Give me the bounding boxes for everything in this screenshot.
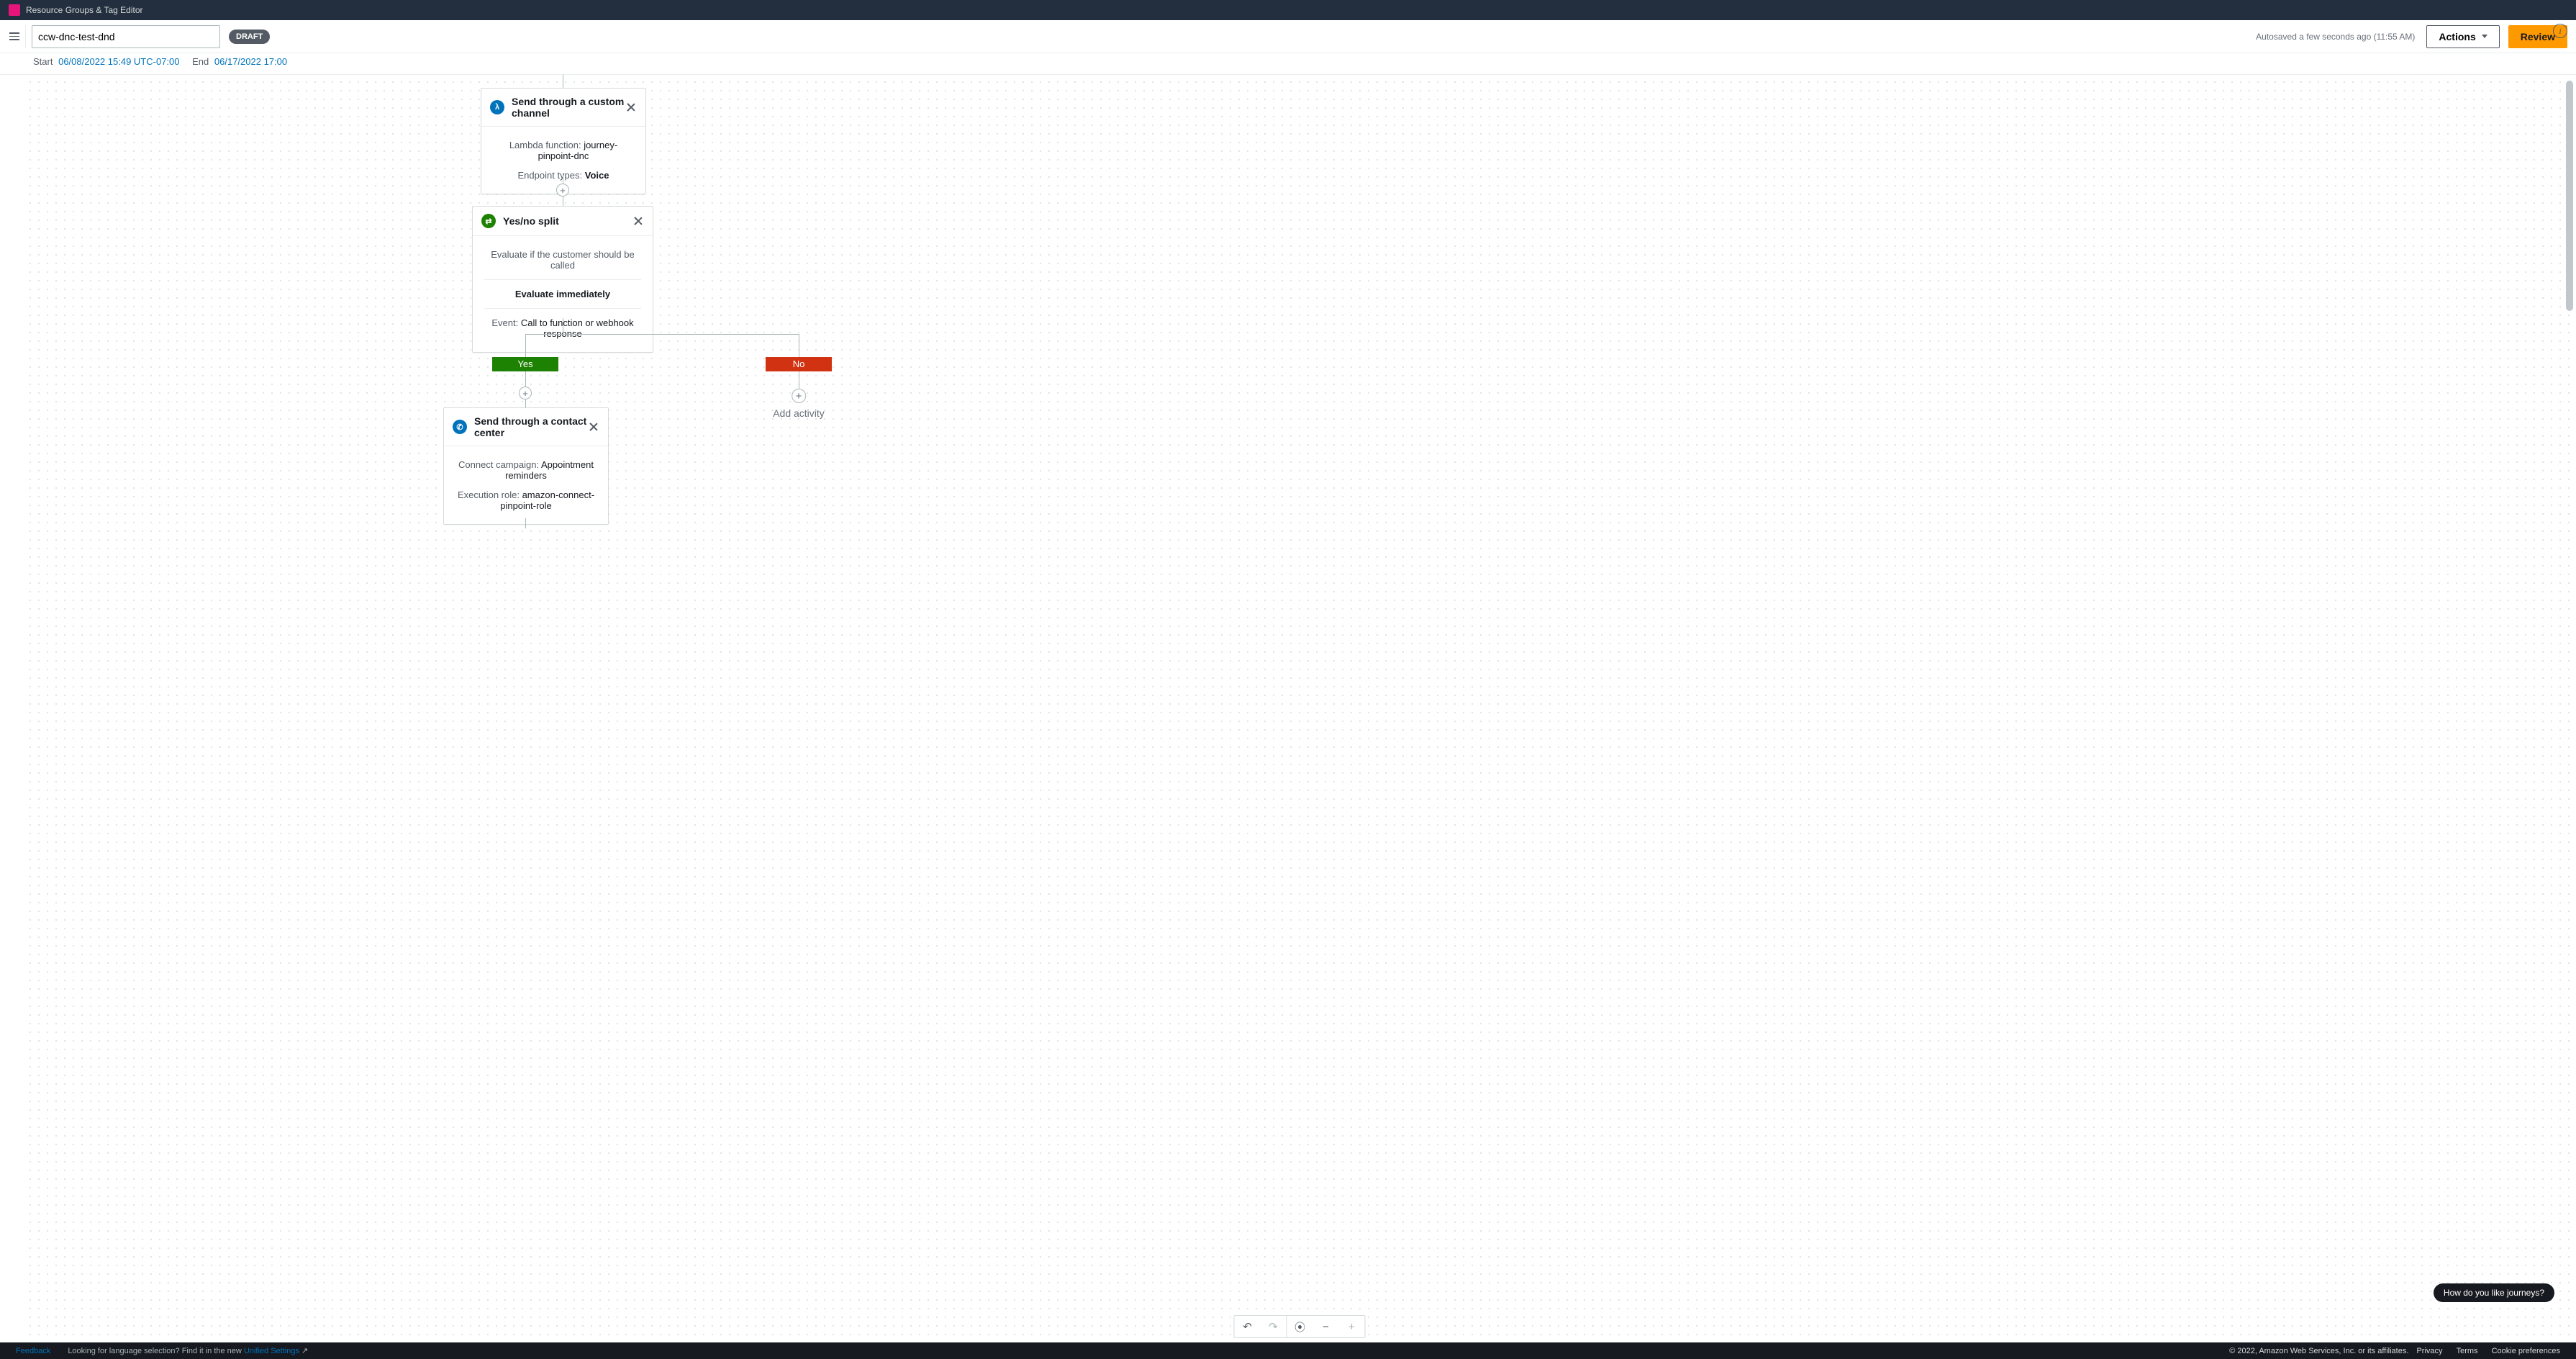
language-message: Looking for language selection? Find it … [68,1346,308,1355]
external-link-icon: ↗ [301,1347,308,1355]
branch-yes: Yes [492,357,558,371]
page-footer: Feedback Looking for language selection?… [0,1342,2576,1359]
phone-icon: ✆ [453,420,467,434]
redo-button: ↷ [1261,1316,1287,1337]
footer-terms[interactable]: Terms [2457,1347,2478,1355]
locate-button[interactable]: ⦿ [1287,1316,1313,1337]
actions-button[interactable]: Actions [2426,25,2499,48]
footer-feedback[interactable]: Feedback [16,1347,50,1355]
connector [525,334,799,335]
autosave-text: Autosaved a few seconds ago (11:55 AM) [2256,32,2415,42]
split-icon: ⇄ [481,214,496,228]
close-icon[interactable] [588,421,599,433]
footer-cookies[interactable]: Cookie preferences [2492,1347,2560,1355]
zoom-in-button: + [1339,1316,1365,1337]
add-activity[interactable]: + Add activity [773,389,825,419]
branch-no: No [766,357,832,371]
zoom-out-button[interactable]: − [1313,1316,1339,1337]
end-label: End [192,56,209,67]
close-icon[interactable] [632,215,644,227]
lambda-icon: λ [490,100,504,114]
caret-down-icon [2482,35,2487,38]
journey-dates: Start 06/08/2022 15:49 UTC-07:00 End 06/… [0,53,2576,75]
start-label: Start [33,56,53,67]
add-step-button[interactable]: + [519,387,532,399]
unified-settings-link[interactable]: Unified Settings [244,1347,299,1355]
journey-canvas[interactable]: λ Send through a custom channel Lambda f… [23,75,2576,1342]
canvas-toolbar: ↶ ↷ ⦿ − + [1234,1315,1366,1338]
end-date[interactable]: 06/17/2022 17:00 [214,56,287,67]
start-date[interactable]: 06/08/2022 15:49 UTC-07:00 [58,56,179,67]
node-contact-center[interactable]: ✆ Send through a contact center Connect … [443,407,609,525]
node-title: Send through a contact center [474,415,588,438]
connector [525,518,526,528]
service-icon [9,4,20,16]
info-icon[interactable]: i [2553,24,2567,38]
status-badge: DRAFT [229,30,270,44]
add-step-button[interactable]: + [556,184,569,197]
service-bar: Resource Groups & Tag Editor [0,0,2576,20]
hamburger-menu-button[interactable] [3,25,26,48]
node-custom-channel[interactable]: λ Send through a custom channel Lambda f… [481,88,646,194]
node-title: Yes/no split [503,215,632,227]
plus-icon: + [792,389,806,403]
feedback-pill[interactable]: How do you like journeys? [2434,1283,2554,1302]
journey-title-input[interactable] [32,25,220,48]
dot-grid [23,75,2576,1342]
footer-privacy[interactable]: Privacy [2416,1347,2442,1355]
node-title: Send through a custom channel [512,96,625,119]
journey-header: DRAFT Autosaved a few seconds ago (11:55… [0,20,2576,53]
undo-button[interactable]: ↶ [1235,1316,1261,1337]
close-icon[interactable] [625,101,637,113]
vertical-scrollbar[interactable] [2566,81,2573,1302]
service-label[interactable]: Resource Groups & Tag Editor [26,5,143,15]
footer-right: © 2022, Amazon Web Services, Inc. or its… [2229,1347,2566,1355]
connector [525,334,526,357]
